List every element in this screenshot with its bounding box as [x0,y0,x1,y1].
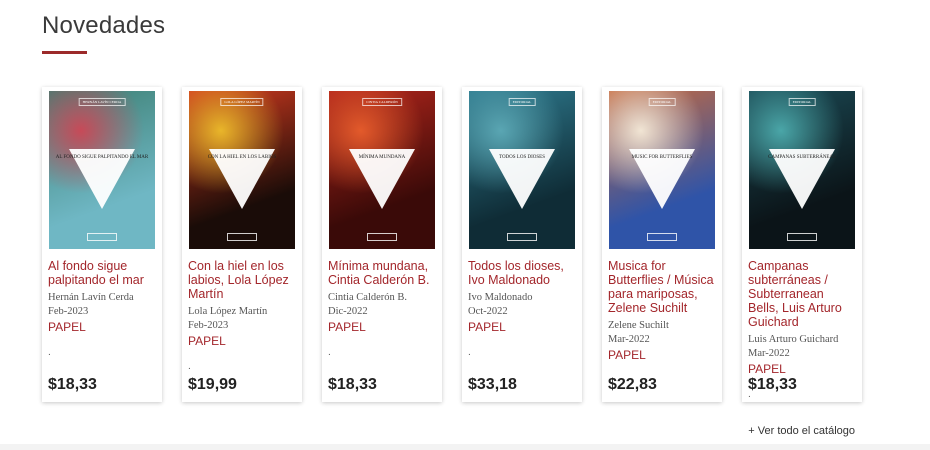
book-title-link[interactable]: Mínima mundana, Cintia Calderón B. [328,259,436,287]
book-author: Ivo Maldonado [468,292,533,303]
publisher-logo [367,233,397,241]
book-card[interactable]: HERNÁN LAVÍN CERDA AL FONDO SIGUE PALPIT… [42,87,162,402]
book-cover[interactable]: LOLA LÓPEZ MARTÍN CON LA HIEL EN LOS LAB… [189,91,295,249]
cover-title: CON LA HIEL EN LOS LABIOS [207,155,277,160]
book-format: PAPEL [188,334,226,348]
dot-separator: . [188,361,191,372]
book-author: Cintia Calderón B. [328,292,408,303]
book-cover[interactable]: EDITORIAL TODOS LOS DIOSES [469,91,575,249]
book-format: PAPEL [468,320,506,334]
cover-band: HERNÁN LAVÍN CERDA [78,98,126,106]
book-date: Dic-2022 [328,306,368,317]
cover-band: EDITORIAL [648,98,676,106]
book-date: Feb-2023 [48,306,89,317]
book-format: PAPEL [328,320,366,334]
book-card[interactable]: EDITORIAL CAMPANAS SUBTERRÁNEAS Campanas… [742,87,862,402]
book-cover[interactable]: EDITORIAL CAMPANAS SUBTERRÁNEAS [749,91,855,249]
book-date: Oct-2022 [468,306,508,317]
dot-separator: . [328,347,331,358]
book-author: Zelene Suchilt [608,320,669,331]
dot-separator: . [48,347,51,358]
book-title-link[interactable]: Con la hiel en los labios, Lola López Ma… [188,259,296,301]
book-format: PAPEL [48,320,86,334]
book-title-link[interactable]: Musica for Butterflies / Música para mar… [608,259,716,315]
book-title-link[interactable]: Al fondo sigue palpitando el mar [48,259,156,287]
title-underline [42,51,87,54]
book-author: Lola López Martín [188,306,268,317]
book-title-link[interactable]: Todos los dioses, Ivo Maldonado [468,259,576,287]
publisher-logo [647,233,677,241]
dot-separator: . [468,347,471,358]
section-title: Novedades [42,12,166,39]
cover-title: CAMPANAS SUBTERRÁNEAS [768,155,836,160]
book-price: $18,33 [328,376,377,393]
footer-divider [0,444,930,450]
cover-title: AL FONDO SIGUE PALPITANDO EL MAR [55,155,149,160]
book-cover[interactable]: EDITORIAL MUSIC FOR BUTTERFLIES [609,91,715,249]
publisher-logo [87,233,117,241]
book-price: $22,83 [608,376,657,393]
book-card[interactable]: CINTIA CALDERÓN MÍNIMA MUNDANA Mínima mu… [322,87,442,402]
book-list: HERNÁN LAVÍN CERDA AL FONDO SIGUE PALPIT… [42,87,862,402]
book-author: Luis Arturo Guichard [748,334,839,345]
book-date: Mar-2022 [608,334,650,345]
publisher-logo [227,233,257,241]
book-format: PAPEL [608,348,646,362]
book-author: Hernán Lavín Cerda [48,292,134,303]
cover-title: MUSIC FOR BUTTERFLIES [631,155,693,160]
book-date: Feb-2023 [188,320,229,331]
book-title-link[interactable]: Campanas subterráneas / Subterranean Bel… [748,259,856,329]
book-card[interactable]: LOLA LÓPEZ MARTÍN CON LA HIEL EN LOS LAB… [182,87,302,402]
cover-band: CINTIA CALDERÓN [362,98,402,106]
book-price: $33,18 [468,376,517,393]
book-price: $19,99 [188,376,237,393]
book-date: Mar-2022 [748,348,790,359]
book-card[interactable]: EDITORIAL TODOS LOS DIOSES Todos los dio… [462,87,582,402]
publisher-logo [507,233,537,241]
cover-band: LOLA LÓPEZ MARTÍN [220,98,264,106]
book-price: $18,33 [48,376,97,393]
see-all-catalog-link[interactable]: + Ver todo el catálogo [748,425,855,437]
cover-title: MÍNIMA MUNDANA [358,155,406,160]
book-cover[interactable]: CINTIA CALDERÓN MÍNIMA MUNDANA [329,91,435,249]
book-price: $18,33 [748,376,797,393]
book-card[interactable]: EDITORIAL MUSIC FOR BUTTERFLIES Musica f… [602,87,722,402]
book-cover[interactable]: HERNÁN LAVÍN CERDA AL FONDO SIGUE PALPIT… [49,91,155,249]
cover-title: TODOS LOS DIOSES [498,155,546,160]
book-format: PAPEL [748,362,786,376]
cover-band: EDITORIAL [508,98,536,106]
publisher-logo [787,233,817,241]
cover-band: EDITORIAL [788,98,816,106]
